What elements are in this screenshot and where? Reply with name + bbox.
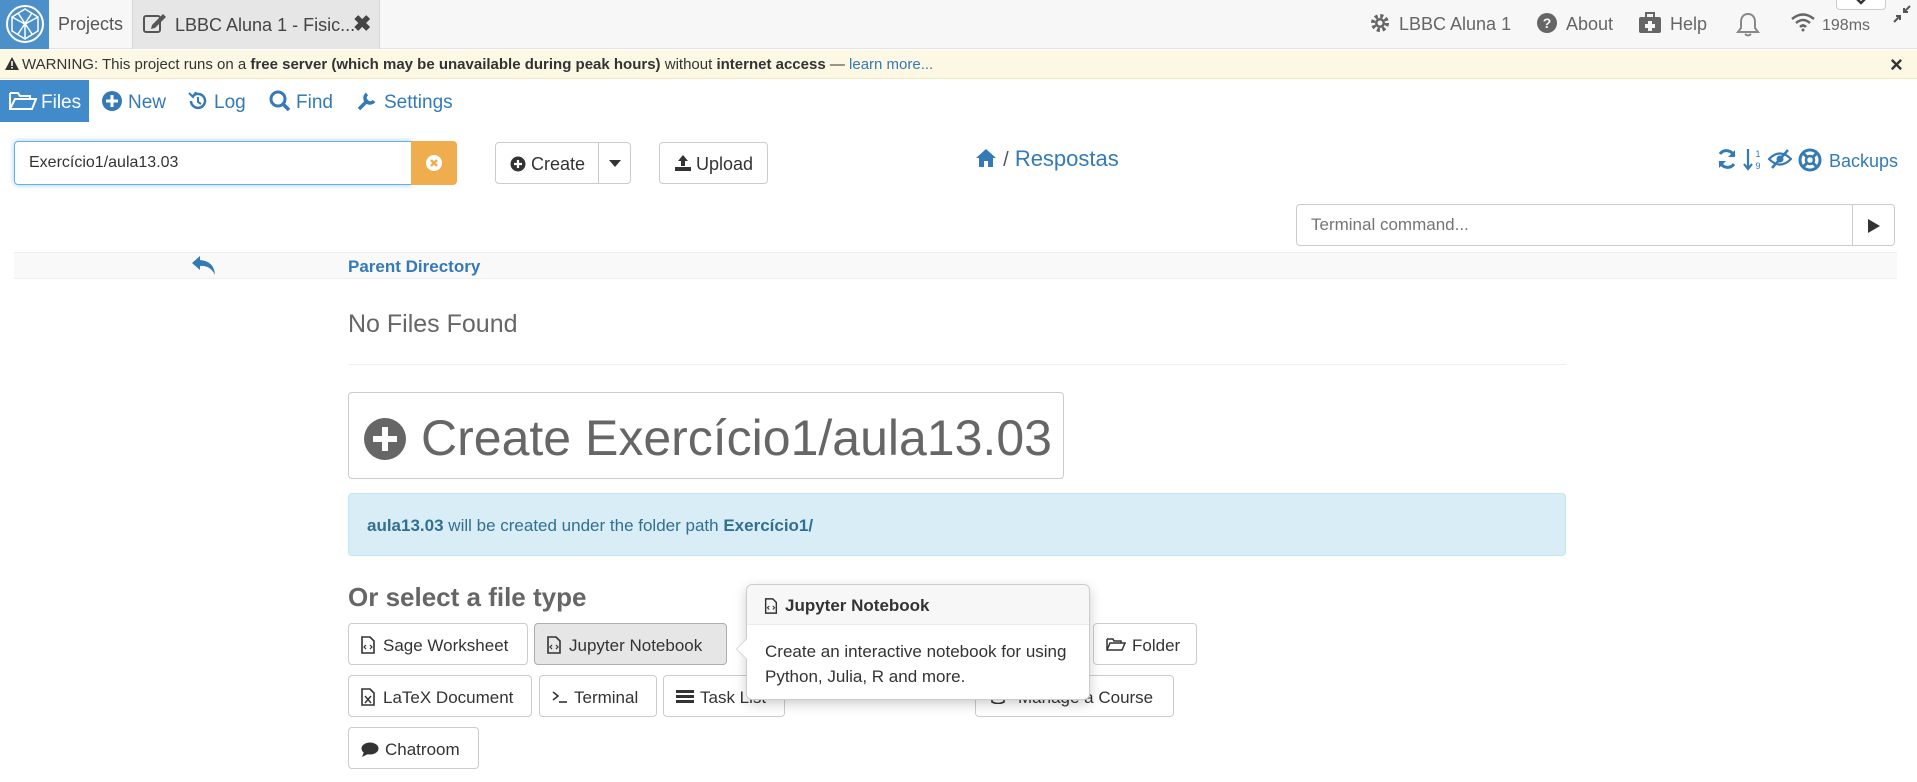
tasks-icon [676,690,694,703]
file-tab[interactable]: LBBC Aluna 1 - Fisic... ✖ [132,0,380,49]
popover-header: Jupyter Notebook [747,585,1089,625]
breadcrumb-separator: / [1003,149,1009,171]
breadcrumb: / Respostas [975,146,1119,172]
projects-tab[interactable]: Projects [58,14,123,35]
jupyter-notebook-label: Jupyter Notebook [569,636,703,655]
folder-button[interactable]: Folder [1093,623,1197,665]
top-bar: Projects LBBC Aluna 1 - Fisic... ✖ LBBC … [0,0,1917,49]
about-link[interactable]: About [1566,14,1613,35]
file-code-icon [547,636,561,654]
nav-find[interactable]: Find [296,92,333,114]
folder-label: Folder [1132,636,1181,655]
medkit-icon [1639,12,1661,33]
nav-settings[interactable]: Settings [384,92,453,114]
life-ring-icon[interactable] [1798,148,1822,172]
sage-worksheet-label: Sage Worksheet [383,636,509,655]
divider [348,364,1566,365]
play-icon [1868,219,1880,233]
svg-text:9: 9 [1755,161,1760,171]
wifi-icon [1791,13,1815,32]
folder-open-icon [9,92,38,110]
plus-circle-icon [510,156,526,172]
bell-icon[interactable] [1736,12,1760,38]
file-excel-icon [361,688,375,706]
wrench-icon [357,92,376,111]
refresh-icon[interactable] [1716,148,1738,170]
breadcrumb-current[interactable]: Respostas [1015,146,1119,171]
times-circle-icon [426,155,442,171]
learn-more-link[interactable]: learn more... [849,56,933,73]
caret-down-icon [609,160,621,167]
parent-directory-label: Parent Directory [348,257,481,276]
close-tab-icon[interactable]: ✖ [353,11,371,37]
reply-icon [192,256,215,275]
no-files-heading: No Files Found [348,310,518,338]
history-icon [188,91,207,110]
upload-button-label: Upload [696,154,754,174]
latex-document-button[interactable]: LaTeX Document [348,675,532,717]
search-input[interactable] [14,141,412,185]
chatroom-label: Chatroom [385,740,460,759]
question-icon: ? [1537,13,1557,33]
nav-log[interactable]: Log [214,92,246,114]
backups-link[interactable]: Backups [1829,151,1898,172]
plus-circle-icon [364,418,406,460]
sort-numeric-icon[interactable]: 1 9 [1743,148,1763,172]
svg-text:1: 1 [1755,149,1760,159]
plus-circle-icon [102,91,122,111]
jupyter-notebook-button[interactable]: Jupyter Notebook [534,623,727,665]
eye-slash-icon[interactable] [1768,148,1792,170]
nav-new[interactable]: New [128,92,166,114]
create-dropdown-toggle[interactable] [598,142,631,184]
create-button-label: Create [531,154,586,174]
folder-open-icon [1106,638,1126,651]
latex-document-label: LaTeX Document [383,688,514,707]
file-code-icon [361,636,375,654]
gear-icon [1371,14,1389,32]
warning-banner: WARNING: This project runs on a free ser… [0,50,1917,79]
terminal-command-input[interactable] [1296,204,1853,246]
help-link[interactable]: Help [1670,14,1707,35]
create-file-big-button[interactable]: Create Exercício1/aula13.03 [348,392,1064,479]
cocalc-logo[interactable] [0,0,49,49]
compress-icon[interactable] [1892,4,1912,24]
create-file-big-label: Create Exercício1/aula13.03 [421,410,1052,466]
run-terminal-button[interactable] [1852,204,1895,246]
warning-icon [5,57,19,70]
file-code-icon [764,598,778,614]
file-type-title: Or select a file type [348,582,587,612]
sage-worksheet-button[interactable]: Sage Worksheet [348,623,528,665]
upload-icon [675,155,691,171]
popover-body: Create an interactive notebook for using… [765,642,1067,686]
create-button[interactable]: Create [495,142,599,184]
nav-files-label: Files [41,92,82,113]
ping-indicator: 198ms [1822,17,1871,34]
project-settings-link[interactable]: LBBC Aluna 1 [1399,14,1511,35]
nav-files[interactable]: Files [0,80,89,122]
comment-icon [361,742,379,757]
close-warning-icon[interactable]: × [1890,52,1903,78]
chevron-down-icon[interactable] [1836,0,1886,10]
search-icon [269,90,291,112]
terminal-label: Terminal [574,688,639,707]
terminal-button[interactable]: Terminal [539,675,657,717]
clear-search-button[interactable] [411,141,457,185]
svg-text:?: ? [1543,15,1552,31]
warning-text: WARNING: This project runs on a free ser… [22,56,934,73]
edit-icon [143,14,166,33]
logo-icon [6,5,44,43]
parent-directory-row[interactable]: Parent Directory [14,252,1897,279]
popover-title: Jupyter Notebook [785,596,930,615]
terminal-icon [552,691,567,703]
info-alert: aula13.03 will be created under the fold… [348,493,1566,556]
file-tab-label: LBBC Aluna 1 - Fisic... [175,15,356,35]
info-text: aula13.03 will be created under the fold… [367,516,814,535]
jupyter-notebook-popover: Jupyter Notebook Create an interactive n… [736,584,1090,700]
home-icon[interactable] [975,148,997,168]
chatroom-button[interactable]: Chatroom [348,727,479,769]
upload-button[interactable]: Upload [659,142,768,184]
